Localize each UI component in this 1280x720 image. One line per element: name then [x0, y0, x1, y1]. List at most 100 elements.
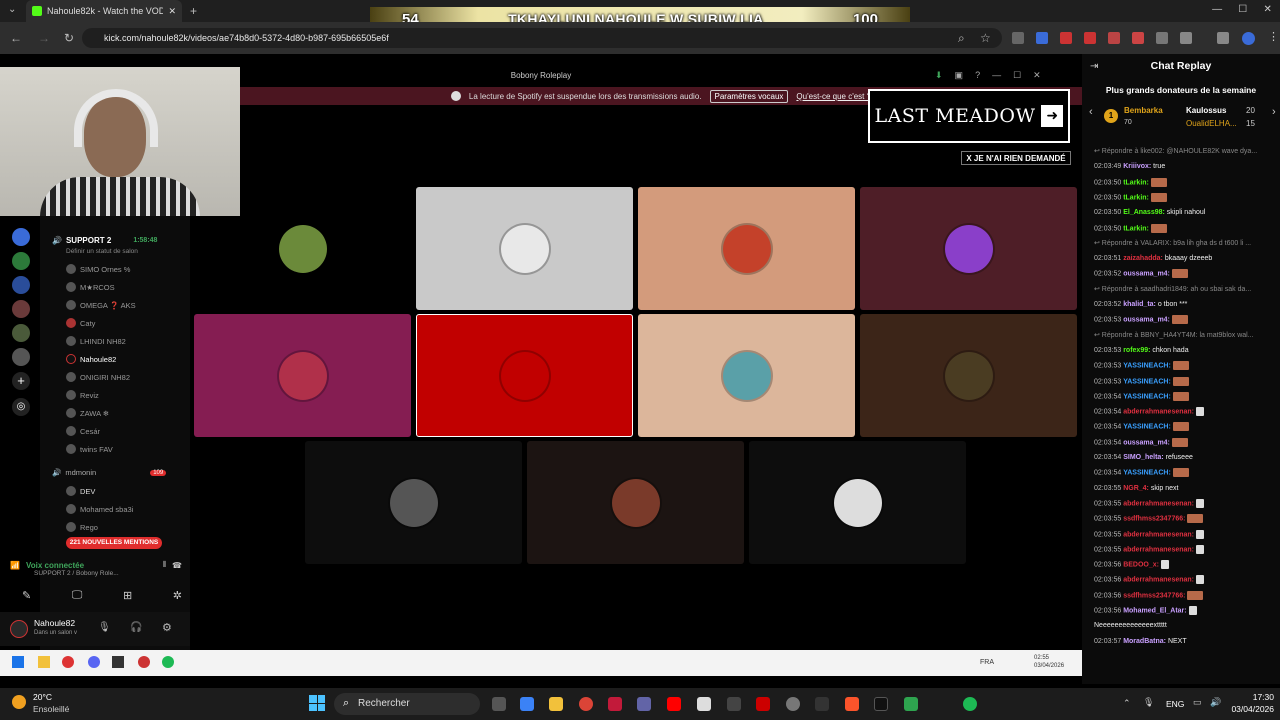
extension-icon[interactable]	[1156, 32, 1168, 44]
donor-name[interactable]: Kaulossus	[1186, 106, 1226, 115]
voice-member[interactable]: LHINDI NH82	[66, 336, 126, 346]
browser-tab[interactable]: Nahoule82k - Watch the VOD ✕	[26, 0, 182, 22]
brave-icon[interactable]	[845, 697, 859, 711]
inbox-icon[interactable]: ▣	[955, 70, 964, 81]
message-username[interactable]: Kriiivox:	[1123, 163, 1153, 170]
microphone-icon[interactable]: 🎙	[1143, 697, 1154, 708]
voice-channel-path[interactable]: SUPPORT 2 / Bobony Role...	[10, 570, 190, 577]
voice-member[interactable]: M★RCOS	[66, 282, 115, 292]
message-username[interactable]: oussama_m4:	[1123, 317, 1172, 324]
server-icon[interactable]	[12, 300, 30, 318]
message-username[interactable]: abderrahmanesenan:	[1123, 408, 1196, 415]
extension-icon[interactable]	[1108, 32, 1120, 44]
new-tab-icon[interactable]: +	[190, 4, 197, 18]
voice-channel-mdmonin[interactable]: 🔊 mdmonin 109	[52, 468, 167, 477]
donor-name[interactable]: OualidELHA...	[1186, 119, 1237, 128]
extension-icon[interactable]	[1084, 32, 1096, 44]
activities-icon[interactable]: ⊞	[123, 589, 132, 602]
message-username[interactable]: YASSINEACH:	[1123, 424, 1173, 431]
input-language[interactable]: ENG	[1166, 699, 1184, 709]
clock-time[interactable]: 17:30	[1232, 692, 1274, 702]
participant-tile[interactable]	[416, 314, 633, 437]
screen-share-icon[interactable]: 🖵	[72, 589, 83, 602]
server-icon[interactable]	[12, 252, 30, 270]
extension-icon[interactable]	[1060, 32, 1072, 44]
participant-tile[interactable]	[860, 187, 1077, 310]
server-icon[interactable]	[12, 228, 30, 246]
message-username[interactable]: oussama_m4:	[1123, 439, 1172, 446]
capcut-icon[interactable]	[874, 697, 888, 711]
spotify-icon[interactable]	[963, 697, 977, 711]
last-meadow-ad[interactable]: LAST MEADOW ➜	[868, 89, 1070, 143]
noise-icon[interactable]: ⦀	[163, 560, 167, 570]
soundboard-icon[interactable]: ✲	[173, 589, 182, 602]
puzzle-icon[interactable]	[1180, 32, 1192, 44]
voice-member[interactable]: Nahoule82	[66, 354, 116, 364]
message-username[interactable]: YASSINEACH:	[1123, 363, 1173, 370]
maximize-icon[interactable]: ☐	[1238, 4, 1247, 15]
chevron-right-icon[interactable]: ›	[1272, 106, 1276, 118]
channel-status[interactable]: Définir un statut de salon	[66, 248, 138, 255]
message-username[interactable]: YASSINEACH:	[1123, 393, 1173, 400]
extension-icon[interactable]	[1132, 32, 1144, 44]
participant-tile[interactable]	[194, 314, 411, 437]
volume-icon[interactable]: 🔊	[1210, 697, 1221, 708]
profile-avatar[interactable]	[1242, 32, 1255, 45]
message-username[interactable]: BEDOO_x:	[1123, 561, 1161, 568]
new-mentions-button[interactable]: 221 NOUVELLES MENTIONS	[66, 537, 162, 549]
teams-icon[interactable]	[637, 697, 651, 711]
close-icon[interactable]: ✕	[1033, 70, 1041, 81]
participant-tile[interactable]	[860, 314, 1077, 437]
extension-icon[interactable]	[1012, 32, 1024, 44]
chrome-icon[interactable]	[62, 656, 74, 668]
weather-text[interactable]: Ensoleillé	[33, 704, 69, 714]
donor-name[interactable]: Bembarka	[1124, 106, 1163, 115]
zoom-icon[interactable]: ⌕	[958, 31, 965, 46]
participant-tile[interactable]	[527, 441, 744, 564]
keyboard-lang[interactable]: FRA	[980, 659, 994, 666]
download-icon[interactable]: ⬇	[935, 70, 943, 81]
bookmark-star-icon[interactable]: ☆	[980, 31, 991, 45]
participant-tile[interactable]	[638, 314, 855, 437]
more-icon[interactable]: ⋮	[1268, 30, 1279, 43]
taskbar-search-input[interactable]: Rechercher	[334, 693, 480, 715]
message-username[interactable]: abderrahmanesenan:	[1123, 546, 1196, 553]
participant-tile[interactable]	[416, 187, 633, 310]
message-username[interactable]: SIMO_helta:	[1123, 454, 1165, 461]
dismiss-ad-button[interactable]: X JE N'AI RIEN DEMANDÉ	[961, 151, 1071, 165]
folder-icon[interactable]	[38, 656, 50, 668]
app-icon[interactable]	[756, 697, 770, 711]
message-username[interactable]: tLarkin:	[1123, 179, 1151, 186]
message-username[interactable]: ssdfhmss2347766:	[1123, 592, 1187, 599]
server-icon[interactable]	[12, 324, 30, 342]
message-username[interactable]: abderrahmanesenan:	[1123, 531, 1196, 538]
message-username[interactable]: Mohamed_El_Atar:	[1123, 607, 1188, 614]
disconnect-icon[interactable]: ☎	[172, 561, 182, 570]
voice-member[interactable]: Caty	[66, 318, 95, 328]
app-icon[interactable]	[727, 697, 741, 711]
participant-tile[interactable]	[638, 187, 855, 310]
explore-icon[interactable]: ◎	[12, 398, 30, 416]
app-icon[interactable]	[608, 697, 622, 711]
voice-member[interactable]: DEV	[66, 486, 95, 496]
chrome-icon[interactable]	[579, 697, 593, 711]
app-icon[interactable]	[112, 656, 124, 668]
network-icon[interactable]: ▭	[1193, 697, 1202, 708]
message-username[interactable]: abderrahmanesenan:	[1123, 500, 1196, 507]
message-username[interactable]: YASSINEACH:	[1123, 470, 1173, 477]
headset-icon[interactable]: 🎧	[130, 622, 142, 633]
url-input[interactable]: kick.com/nahoule82k/videos/ae74b8d0-5372…	[82, 28, 1002, 48]
microphone-icon[interactable]: 🎙	[98, 622, 111, 633]
obs-icon[interactable]	[786, 697, 800, 711]
back-icon[interactable]: ←	[10, 31, 22, 45]
message-username[interactable]: khalid_ta:	[1123, 301, 1158, 308]
help-icon[interactable]: ?	[975, 70, 980, 81]
what-is-this-link[interactable]: Qu'est-ce que c'est ?	[796, 92, 871, 101]
forward-icon[interactable]: →	[38, 31, 50, 45]
app-icon[interactable]	[697, 697, 711, 711]
message-username[interactable]: tLarkin:	[1123, 225, 1151, 232]
message-username[interactable]: NGR_4:	[1123, 485, 1151, 492]
app-icon[interactable]	[138, 656, 150, 668]
server-icon[interactable]	[12, 348, 30, 366]
youtube-icon[interactable]	[667, 697, 681, 711]
